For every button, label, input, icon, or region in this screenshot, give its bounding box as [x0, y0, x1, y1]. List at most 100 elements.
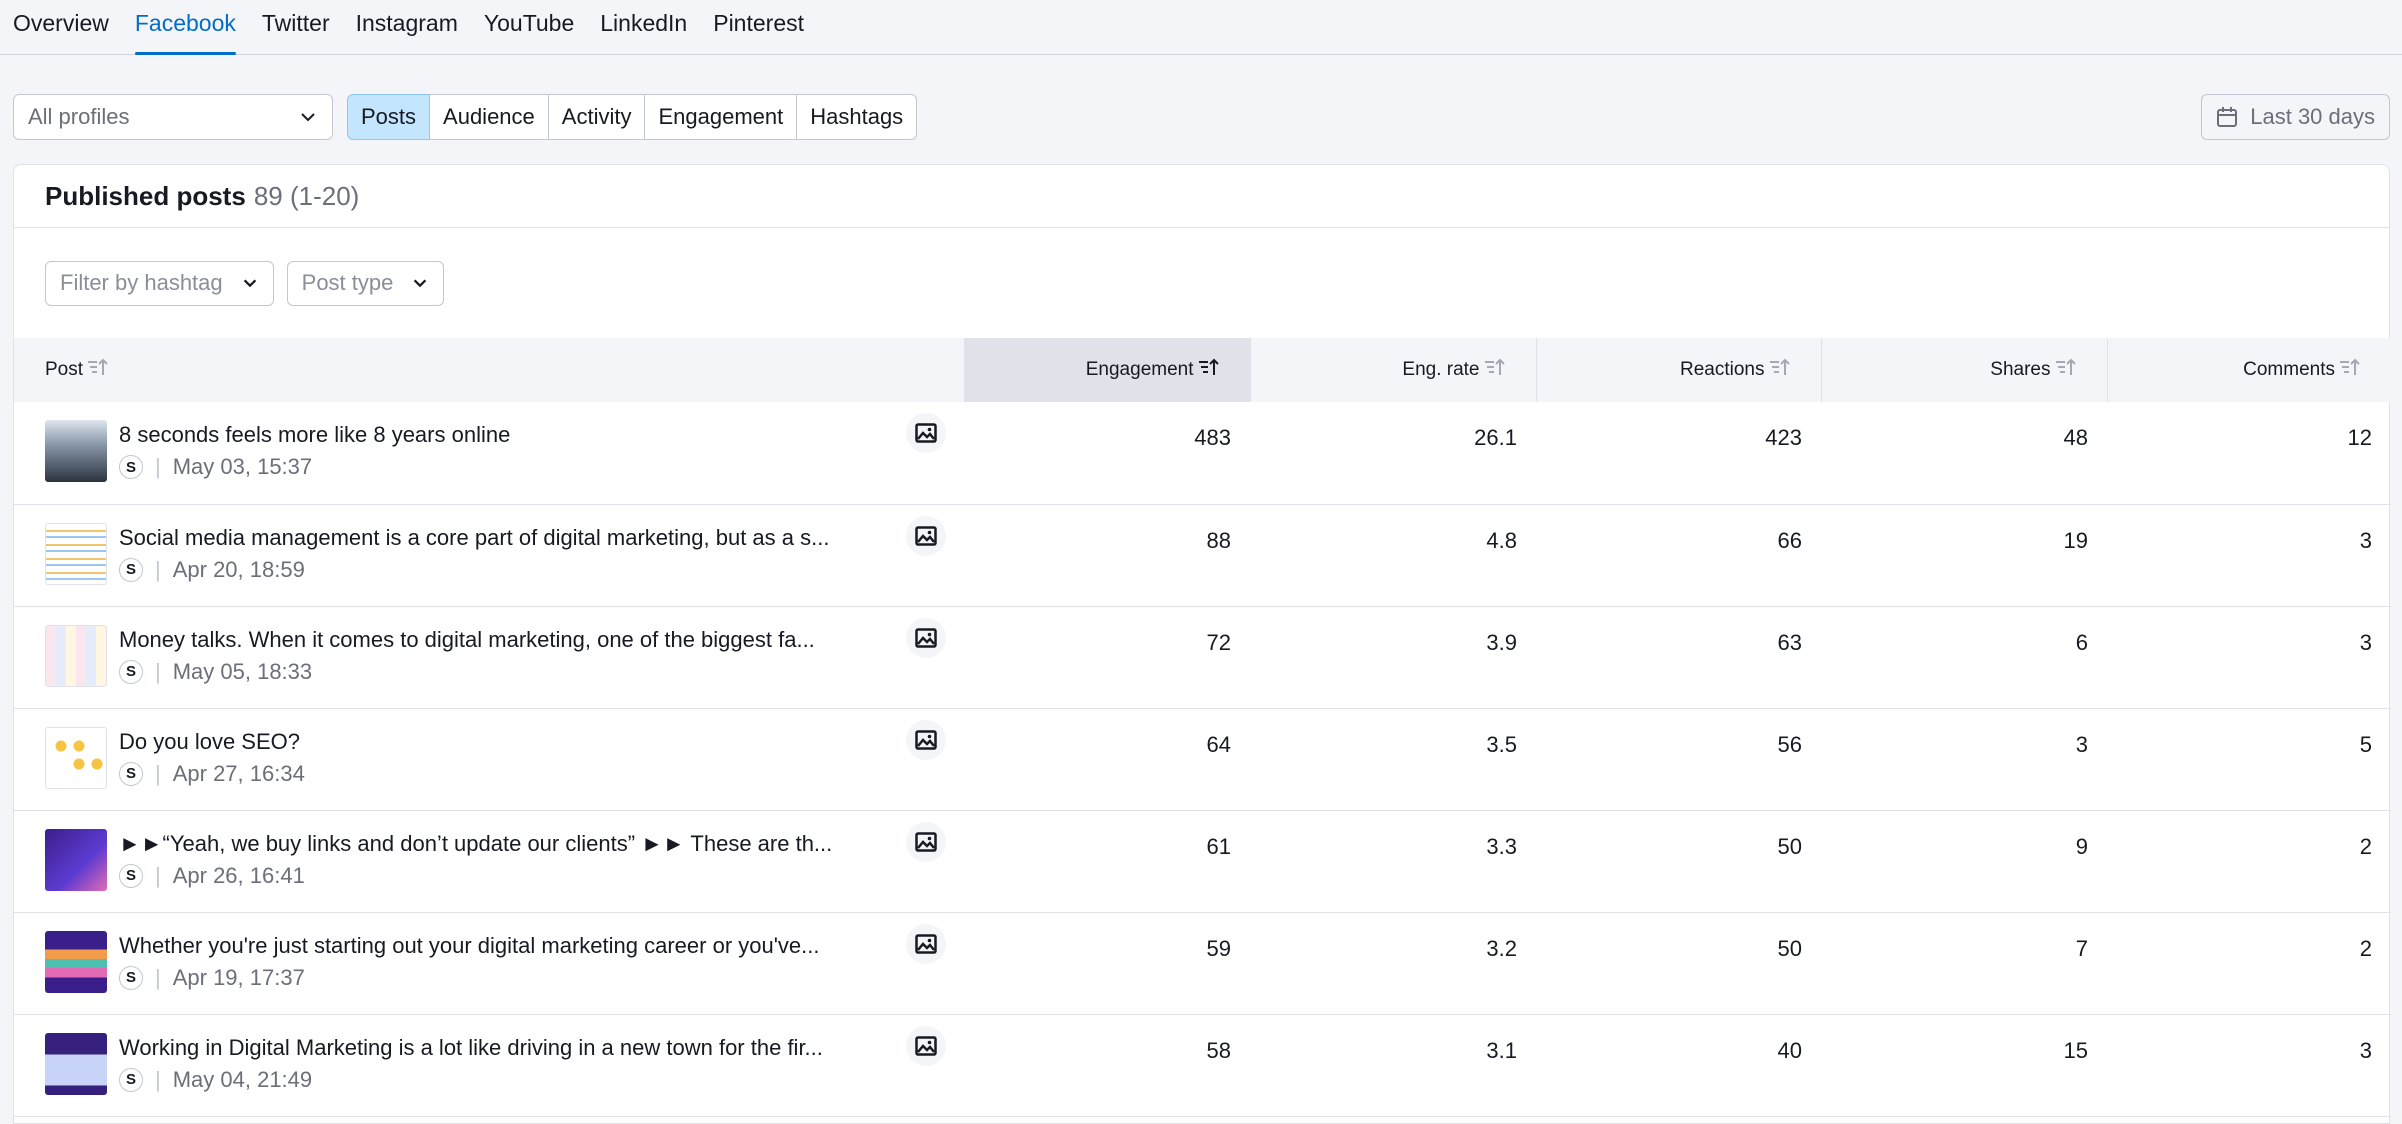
profile-select[interactable]: All profiles — [13, 94, 333, 140]
sort-active-icon — [1198, 357, 1220, 383]
post-cell[interactable]: Do you love SEO? S | Apr 27, 16:34 — [14, 708, 964, 810]
post-thumbnail[interactable] — [45, 420, 107, 482]
profile-badge: S — [119, 455, 143, 479]
table-row[interactable]: Social media management is a core part o… — [14, 504, 2391, 606]
post-thumbnail[interactable] — [45, 1032, 107, 1095]
image-post-type-icon[interactable] — [906, 515, 946, 556]
column-header-engagement[interactable]: Engagement — [963, 338, 1250, 402]
tab-facebook[interactable]: Facebook — [134, 10, 236, 55]
tab-overview[interactable]: Overview — [13, 10, 109, 54]
meta-separator: | — [155, 454, 161, 479]
tab-instagram[interactable]: Instagram — [356, 10, 458, 54]
tab-youtube[interactable]: YouTube — [484, 10, 574, 54]
date-range-label: Last 30 days — [2250, 104, 2375, 129]
image-post-type-icon[interactable] — [906, 617, 946, 658]
card-filters: Filter by hashtag Post type — [14, 228, 2389, 338]
reactions-value: 50 — [1777, 833, 1802, 859]
image-post-type-icon[interactable] — [906, 719, 946, 760]
post-thumbnail[interactable] — [45, 828, 107, 891]
meta-separator: | — [155, 658, 161, 684]
reactions-value: 63 — [1777, 629, 1802, 655]
sort-icon — [87, 357, 109, 383]
sort-icon — [1484, 357, 1506, 383]
image-post-type-icon[interactable] — [906, 1025, 946, 1066]
post-title[interactable]: Social media management is a core part o… — [119, 525, 887, 551]
reactions-value: 423 — [1765, 425, 1802, 450]
post-cell[interactable]: Social media management is a core part o… — [14, 504, 964, 606]
post-cell[interactable]: ►►“Yeah, we buy links and don’t update o… — [14, 810, 964, 912]
card-title: Published posts — [45, 180, 246, 211]
column-header-comments[interactable]: Comments — [2106, 338, 2391, 402]
post-thumbnail[interactable] — [45, 624, 107, 687]
tab-twitter[interactable]: Twitter — [262, 10, 330, 54]
post-thumbnail[interactable] — [45, 930, 107, 993]
shares-value: 48 — [2063, 425, 2088, 450]
post-type-filter[interactable]: Post type — [286, 260, 445, 306]
tab-pinterest[interactable]: Pinterest — [713, 10, 804, 54]
post-date: Apr 27, 16:34 — [172, 760, 305, 786]
image-post-type-icon[interactable] — [906, 413, 946, 453]
eng-rate-value: 3.3 — [1486, 833, 1517, 859]
post-title[interactable]: Whether you're just starting out your di… — [119, 933, 887, 959]
shares-value: 3 — [2075, 731, 2088, 757]
published-posts-card: Published posts 89 (1-20) Filter by hash… — [13, 164, 2391, 1124]
table-header-row: Post Engagement Eng. rate Reactions Shar… — [14, 338, 2391, 402]
table-row[interactable]: Whether you're just starting out your di… — [14, 912, 2391, 1014]
table-row[interactable]: Working in Digital Marketing is a lot li… — [14, 1014, 2391, 1116]
engagement-value: 61 — [1206, 833, 1231, 859]
segment-posts[interactable]: Posts — [347, 94, 431, 140]
profile-badge: S — [119, 557, 143, 582]
posts-table: Post Engagement Eng. rate Reactions Shar… — [14, 338, 2391, 1117]
column-header-reactions[interactable]: Reactions — [1535, 338, 1821, 402]
post-cell[interactable]: Money talks. When it comes to digital ma… — [14, 606, 964, 708]
post-title[interactable]: ►►“Yeah, we buy links and don’t update o… — [119, 831, 887, 857]
engagement-value: 72 — [1206, 629, 1231, 655]
shares-value: 9 — [2075, 833, 2088, 859]
post-title[interactable]: Do you love SEO? — [119, 729, 887, 755]
sort-icon — [1769, 357, 1791, 383]
table-row[interactable]: Do you love SEO? S | Apr 27, 16:34 64 3.… — [14, 708, 2391, 810]
post-title[interactable]: 8 seconds feels more like 8 years online — [119, 422, 887, 448]
segment-engagement[interactable]: Engagement — [645, 94, 798, 140]
post-type-filter-label: Post type — [301, 270, 394, 295]
sort-icon — [2339, 357, 2361, 383]
comments-value: 3 — [2359, 1037, 2372, 1063]
segment-activity[interactable]: Activity — [548, 94, 646, 140]
post-cell[interactable]: Whether you're just starting out your di… — [14, 912, 964, 1014]
column-header-eng-rate[interactable]: Eng. rate — [1249, 338, 1536, 402]
eng-rate-value: 3.5 — [1486, 731, 1517, 757]
segment-hashtags[interactable]: Hashtags — [797, 94, 918, 140]
column-header-shares[interactable]: Shares — [1820, 338, 2107, 402]
engagement-value: 64 — [1206, 731, 1231, 757]
tab-linkedin[interactable]: LinkedIn — [600, 10, 687, 54]
shares-value: 19 — [2063, 527, 2088, 553]
image-post-type-icon[interactable] — [906, 923, 946, 964]
profile-select-value: All profiles — [28, 104, 130, 129]
view-segmented-control: Posts Audience Activity Engagement Hasht… — [347, 94, 918, 140]
table-row[interactable]: 8 seconds feels more like 8 years online… — [14, 402, 2391, 504]
shares-value: 15 — [2063, 1037, 2088, 1063]
post-cell[interactable]: 8 seconds feels more like 8 years online… — [14, 402, 964, 504]
table-row[interactable]: Money talks. When it comes to digital ma… — [14, 606, 2391, 708]
platform-tabs: Overview Facebook Twitter Instagram YouT… — [0, 0, 2402, 55]
column-header-post[interactable]: Post — [14, 338, 964, 402]
eng-rate-value: 4.8 — [1486, 527, 1517, 553]
post-title[interactable]: Working in Digital Marketing is a lot li… — [119, 1035, 887, 1061]
hashtag-filter[interactable]: Filter by hashtag — [45, 260, 274, 306]
eng-rate-value: 3.9 — [1486, 629, 1517, 655]
profile-badge: S — [119, 965, 143, 990]
reactions-value: 50 — [1777, 935, 1802, 961]
engagement-value: 58 — [1206, 1037, 1231, 1063]
post-thumbnail[interactable] — [45, 726, 107, 789]
post-title[interactable]: Money talks. When it comes to digital ma… — [119, 627, 887, 653]
post-thumbnail[interactable] — [45, 522, 107, 585]
filter-bar: All profiles Posts Audience Activity Eng… — [13, 94, 2390, 140]
segment-audience[interactable]: Audience — [430, 94, 549, 140]
post-date: May 05, 18:33 — [172, 658, 313, 684]
comments-value: 3 — [2359, 629, 2372, 655]
table-row[interactable]: ►►“Yeah, we buy links and don’t update o… — [14, 810, 2391, 912]
post-cell[interactable]: Working in Digital Marketing is a lot li… — [14, 1014, 964, 1116]
image-post-type-icon[interactable] — [906, 821, 946, 862]
date-range-button[interactable]: Last 30 days — [2201, 94, 2390, 140]
meta-separator: | — [155, 760, 161, 786]
